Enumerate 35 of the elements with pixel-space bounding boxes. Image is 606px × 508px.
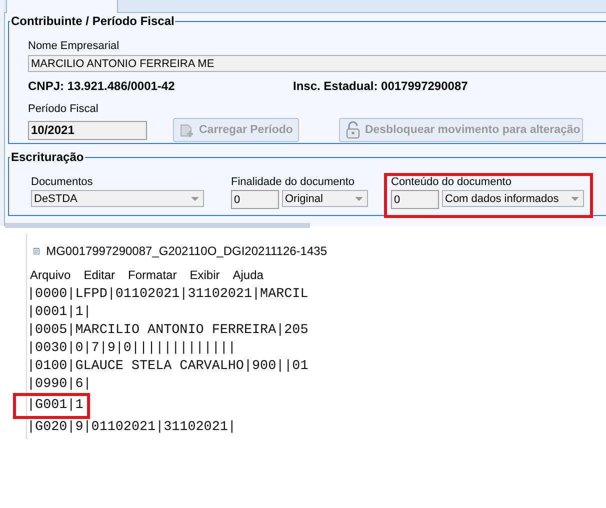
- text-line: |0005|MARCILIO ANTONIO FERREIRA|205: [27, 322, 308, 340]
- window-title: MG0017997290087_G202110O_DGI20211126-1435: [46, 244, 327, 258]
- state-registration-text: Insc. Estadual: 0017997290087: [293, 79, 468, 93]
- dropdown-caret-icon: [191, 196, 199, 200]
- document-plus-icon: [179, 122, 195, 138]
- padlock-icon: [344, 121, 361, 139]
- field-label: Documentos: [31, 176, 94, 190]
- text-line: |0000|LFPD|01102021|31102021|MARCIL: [27, 286, 308, 304]
- dropdown-caret-icon: [571, 196, 579, 200]
- menu-item[interactable]: Editar: [84, 268, 116, 286]
- menu-item[interactable]: Exibir: [190, 268, 220, 286]
- code-field[interactable]: 0: [231, 190, 279, 209]
- text-line: |0990|6|: [27, 376, 92, 394]
- document-dropdown[interactable]: Com dados informados: [442, 190, 584, 207]
- menu-item[interactable]: Ajuda: [232, 268, 264, 286]
- text-line: |G020|9|01102021|31102021|: [27, 419, 236, 437]
- code-field[interactable]: 0: [391, 190, 439, 209]
- company-dropdown[interactable]: MARCILIO ANTONIO FERREIRA ME: [28, 55, 606, 72]
- period-field[interactable]: 10/2021: [28, 120, 147, 140]
- group-title: Escrituração: [10, 150, 85, 164]
- menu-item[interactable]: Arquivo: [30, 268, 71, 286]
- group-title: Contribuinte / Período Fiscal: [10, 14, 176, 28]
- field-label: Conteúdo do documento: [391, 176, 512, 190]
- document-dropdown[interactable]: DeSTDA: [31, 190, 204, 207]
- text-line: |0030|0|7|9|0|||||||||||||: [27, 340, 236, 358]
- field-label: Nome Empresarial: [28, 40, 120, 54]
- text-line: |0001|1|: [27, 304, 92, 322]
- field-label: Finalidade do documento: [231, 176, 356, 190]
- field-label: Período Fiscal: [28, 103, 100, 117]
- cnpj-text: CNPJ: 13.921.486/0001-42: [28, 79, 176, 93]
- text-line: |0100|GLAUCE STELA CARVALHO|900||01: [27, 358, 308, 376]
- dropdown-caret-icon: [355, 196, 363, 200]
- tab[interactable]: [6, 0, 118, 13]
- document-dropdown[interactable]: Original: [282, 190, 368, 207]
- menu-item[interactable]: Formatar: [128, 268, 177, 286]
